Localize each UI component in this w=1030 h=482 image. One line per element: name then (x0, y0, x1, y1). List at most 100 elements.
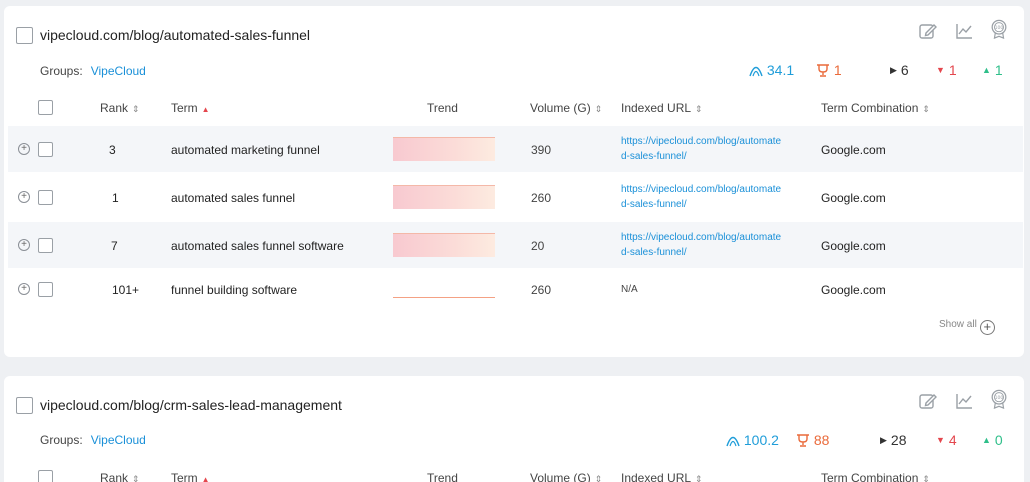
term-text: funnel building software (171, 283, 298, 297)
table-row: + 1 automated sales funnel 260 https://v… (8, 174, 1023, 220)
edit-icon[interactable] (918, 391, 938, 411)
plus-circle-icon: + (979, 320, 995, 335)
column-header-volume[interactable]: Volume (G) ⇕ (530, 471, 602, 482)
neutral-stat: ▶ 28 (880, 432, 907, 448)
trophy-icon (817, 64, 829, 77)
rank-value: 3 (109, 143, 116, 157)
down-value: 1 (948, 62, 957, 78)
volume-value: 260 (531, 191, 552, 205)
select-all-checkbox[interactable] (38, 100, 53, 115)
neutral-stat: ▶ 6 (890, 62, 909, 78)
card-select-checkbox[interactable] (16, 27, 33, 44)
trend-sparkline (393, 233, 495, 257)
visibility-stat: 100.2 (726, 432, 779, 448)
volume-value: 390 (531, 143, 552, 157)
page-url-title[interactable]: vipecloud.com/blog/crm-sales-lead-manage… (40, 397, 342, 413)
groups-row: Groups: VipeCloud (40, 64, 146, 78)
expand-row-icon[interactable]: + (18, 239, 30, 251)
sort-icon: ⇕ (132, 104, 140, 114)
column-header-indexed-url[interactable]: Indexed URL ⇕ (621, 101, 703, 115)
table-row: + 3 automated marketing funnel 390 https… (8, 126, 1023, 172)
row-checkbox[interactable] (38, 238, 53, 253)
visibility-arc-icon (749, 66, 763, 77)
up-triangle-icon: ▲ (982, 65, 991, 75)
visibility-arc-icon (726, 436, 740, 447)
sort-icon: ⇕ (594, 104, 603, 114)
down-value: 4 (948, 432, 957, 448)
trend-sparkline (393, 185, 495, 209)
card-select-checkbox[interactable] (16, 397, 33, 414)
expand-row-icon[interactable]: + (18, 191, 30, 203)
sort-icon: ⇕ (922, 474, 930, 482)
column-header-term[interactable]: Term ▲ (171, 101, 210, 115)
keyword-card: vipecloud.com/blog/automated-sales-funne… (4, 6, 1024, 357)
term-combination: Google.com (821, 239, 886, 253)
groups-label: Groups: (40, 433, 83, 447)
line-chart-icon[interactable] (954, 391, 974, 411)
indexed-url-empty: N/A (621, 284, 638, 295)
expand-row-icon[interactable]: + (18, 283, 30, 295)
column-header-trend: Trend (427, 471, 458, 482)
indexed-url-link[interactable]: https://vipecloud.com/blog/automate d-sal… (621, 134, 781, 164)
column-header-rank[interactable]: Rank ⇕ (100, 471, 140, 482)
svg-text:100: 100 (995, 395, 1004, 401)
trophy-icon (797, 434, 809, 447)
neutral-value: 28 (890, 432, 907, 448)
sort-icon: ⇕ (695, 474, 703, 482)
up-stat: ▲ 0 (982, 432, 1003, 448)
sort-icon: ⇕ (594, 474, 603, 482)
trend-sparkline (393, 297, 495, 299)
column-header-indexed-url[interactable]: Indexed URL ⇕ (621, 471, 703, 482)
indexed-url-link[interactable]: https://vipecloud.com/blog/automate d-sal… (621, 230, 781, 260)
down-triangle-icon: ▼ (936, 435, 945, 445)
table-row: + 101+ funnel building software 260 N/A … (8, 270, 1023, 316)
groups-label: Groups: (40, 64, 83, 78)
row-checkbox[interactable] (38, 190, 53, 205)
up-triangle-icon: ▲ (982, 435, 991, 445)
column-header-term-combination[interactable]: Term Combination ⇕ (821, 471, 930, 482)
neutral-value: 6 (900, 62, 909, 78)
down-stat: ▼ 4 (936, 432, 957, 448)
award-badge-icon[interactable]: 100 (989, 389, 1009, 409)
up-value: 1 (994, 62, 1003, 78)
rank-value: 1 (112, 191, 119, 205)
expand-row-icon[interactable]: + (18, 143, 30, 155)
trophy-stat: 88 (796, 432, 829, 448)
line-chart-icon[interactable] (954, 21, 974, 41)
term-combination: Google.com (821, 283, 886, 297)
show-all-label: Show all (939, 319, 977, 330)
volume-value: 20 (531, 239, 545, 253)
term-combination: Google.com (821, 191, 886, 205)
column-header-volume[interactable]: Volume (G) ⇕ (530, 101, 602, 115)
edit-icon[interactable] (918, 21, 938, 41)
page-url-title[interactable]: vipecloud.com/blog/automated-sales-funne… (40, 27, 310, 43)
award-badge-icon[interactable]: 100 (989, 19, 1009, 39)
up-stat: ▲ 1 (982, 62, 1003, 78)
rank-value: 101+ (112, 283, 140, 297)
term-text: automated sales funnel (171, 191, 296, 205)
keyword-card: vipecloud.com/blog/crm-sales-lead-manage… (4, 376, 1024, 482)
term-text: automated marketing funnel (171, 143, 320, 157)
group-link[interactable]: VipeCloud (91, 64, 146, 78)
row-checkbox[interactable] (38, 142, 53, 157)
column-header-trend: Trend (427, 101, 458, 115)
group-link[interactable]: VipeCloud (91, 433, 146, 447)
rank-value: 7 (111, 239, 118, 253)
column-header-term-combination[interactable]: Term Combination ⇕ (821, 101, 930, 115)
trend-sparkline (393, 137, 495, 161)
sort-icon: ⇕ (695, 104, 703, 114)
trophy-stat: 1 (816, 62, 842, 78)
up-value: 0 (994, 432, 1003, 448)
sort-asc-icon: ▲ (201, 105, 210, 114)
show-all-button[interactable]: Show all + (939, 319, 995, 335)
column-header-rank[interactable]: Rank ⇕ (100, 101, 140, 115)
sort-icon: ⇕ (922, 104, 930, 114)
volume-value: 260 (531, 283, 552, 297)
select-all-checkbox[interactable] (38, 470, 53, 482)
row-checkbox[interactable] (38, 282, 53, 297)
indexed-url-link[interactable]: https://vipecloud.com/blog/automate d-sal… (621, 182, 781, 212)
visibility-stat: 34.1 (749, 62, 794, 78)
sort-asc-icon: ▲ (201, 475, 210, 482)
svg-text:100: 100 (995, 25, 1004, 31)
column-header-term[interactable]: Term ▲ (171, 471, 210, 482)
